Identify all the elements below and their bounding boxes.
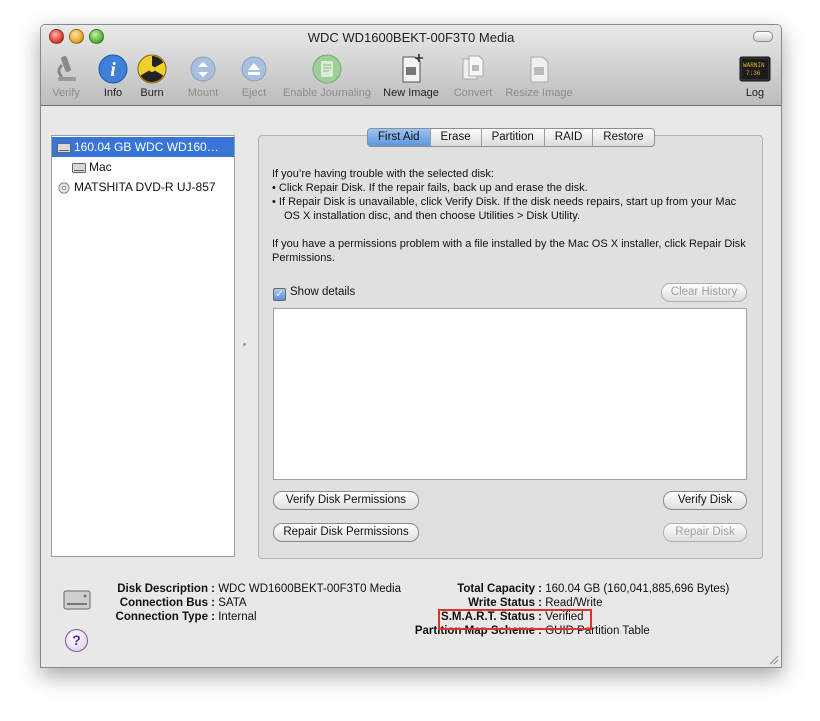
- checkmark-icon: ✓: [273, 288, 286, 301]
- sidebar-item-mac-volume[interactable]: Mac: [52, 157, 234, 177]
- enable-journaling-toolbar-button[interactable]: Enable Journaling: [279, 53, 375, 99]
- help-intro: If you’re having trouble with the select…: [272, 168, 494, 180]
- connection-bus-label: Connection Bus :: [119, 597, 215, 609]
- mount-icon: [190, 56, 216, 82]
- help-bullet-repair: • Click Repair Disk. If the repair fails…: [272, 182, 588, 194]
- split-view-divider[interactable]: [243, 343, 246, 346]
- resize-grip-icon[interactable]: [767, 653, 779, 665]
- tab-erase[interactable]: Erase: [431, 129, 482, 146]
- connection-bus-value: SATA: [218, 597, 247, 609]
- connection-type-label: Connection Type :: [115, 611, 215, 623]
- disk-description-row: Disk Description : WDC WD1600BEKT-00F3T0…: [99, 583, 401, 595]
- total-capacity-value: 160.04 GB (160,041,885,696 Bytes): [545, 583, 730, 595]
- connection-bus-row: Connection Bus : SATA: [99, 597, 247, 609]
- mount-toolbar-button[interactable]: Mount: [181, 53, 225, 99]
- clear-history-button[interactable]: Clear History: [661, 283, 747, 302]
- info-icon: i: [98, 54, 128, 84]
- total-capacity-label: Total Capacity :: [457, 583, 542, 595]
- write-status-label: Write Status :: [468, 597, 542, 609]
- verify-toolbar-button[interactable]: Verify: [46, 53, 86, 99]
- first-aid-panel: First Aid Erase Partition RAID Restore I…: [258, 128, 763, 559]
- show-details-checkbox[interactable]: ✓ Show details: [273, 286, 355, 301]
- first-aid-help-text: If you’re having trouble with the select…: [272, 167, 752, 279]
- tab-raid[interactable]: RAID: [545, 129, 594, 146]
- tab-bar: First Aid Erase Partition RAID Restore: [367, 128, 655, 147]
- details-log-area[interactable]: [273, 308, 747, 480]
- hard-disk-icon: [63, 590, 91, 610]
- eject-icon: [241, 56, 267, 82]
- resize-image-icon: [530, 56, 549, 83]
- convert-toolbar-button[interactable]: Convert: [449, 53, 497, 99]
- help-permissions: If you have a permissions problem with a…: [272, 238, 746, 264]
- volume-icon: [72, 162, 86, 173]
- eject-toolbar-button[interactable]: Eject: [234, 53, 274, 99]
- smart-status-highlight: [438, 609, 592, 630]
- show-details-label: Show details: [290, 286, 356, 298]
- window-title: WDC WD1600BEKT-00F3T0 Media: [307, 30, 515, 45]
- disk-description-value: WDC WD1600BEKT-00F3T0 Media: [218, 583, 401, 595]
- disk-description-label: Disk Description :: [117, 583, 215, 595]
- new-image-toolbar-button[interactable]: New Image: [381, 53, 441, 99]
- console-log-icon: WARNIN 7:36: [739, 56, 771, 82]
- radiation-icon: [137, 54, 167, 84]
- total-capacity-row: Total Capacity : 160.04 GB (160,041,885,…: [401, 583, 729, 595]
- disk-info-footer: Disk Description : WDC WD1600BEKT-00F3T0…: [41, 575, 781, 667]
- tab-partition[interactable]: Partition: [482, 129, 545, 146]
- journal-icon: [312, 54, 342, 84]
- convert-icon: [462, 55, 484, 80]
- toolbar-toggle-button[interactable]: [753, 31, 773, 42]
- help-bullet-verify: • If Repair Disk is unavailable, click V…: [272, 196, 737, 222]
- svg-text:i: i: [110, 59, 116, 81]
- connection-type-row: Connection Type : Internal: [99, 611, 257, 623]
- repair-disk-permissions-button[interactable]: Repair Disk Permissions: [273, 523, 419, 542]
- microscope-icon: [57, 56, 76, 81]
- svg-text:7:36: 7:36: [746, 70, 761, 77]
- repair-disk-button[interactable]: Repair Disk: [663, 523, 747, 542]
- disk-utility-window: WDC WD1600BEKT-00F3T0 Media Verify i Inf…: [40, 24, 782, 668]
- disk-list-sidebar[interactable]: 160.04 GB WDC WD160… Mac MATSHITA DVD-R …: [51, 135, 235, 557]
- new-image-icon: [402, 54, 423, 83]
- optical-disc-icon: [58, 182, 70, 194]
- internal-disk-icon: [57, 142, 71, 153]
- resize-image-toolbar-button[interactable]: Resize Image: [503, 53, 575, 99]
- info-toolbar-button[interactable]: i Info: [93, 53, 133, 99]
- help-button[interactable]: ?: [65, 629, 88, 652]
- write-status-value: Read/Write: [545, 597, 603, 609]
- verify-disk-button[interactable]: Verify Disk: [663, 491, 747, 510]
- svg-text:WARNIN: WARNIN: [743, 62, 765, 69]
- tab-restore[interactable]: Restore: [593, 129, 653, 146]
- connection-type-value: Internal: [218, 611, 257, 623]
- verify-disk-permissions-button[interactable]: Verify Disk Permissions: [273, 491, 419, 510]
- write-status-row: Write Status : Read/Write: [401, 597, 603, 609]
- sidebar-item-disk[interactable]: 160.04 GB WDC WD160…: [52, 137, 234, 157]
- burn-toolbar-button[interactable]: Burn: [132, 53, 172, 99]
- toolbar: WDC WD1600BEKT-00F3T0 Media Verify i Inf…: [41, 25, 781, 106]
- sidebar-item-dvd-drive[interactable]: MATSHITA DVD-R UJ-857: [52, 177, 234, 197]
- log-toolbar-button[interactable]: WARNIN 7:36 Log: [735, 53, 775, 99]
- tab-first-aid[interactable]: First Aid: [368, 129, 431, 146]
